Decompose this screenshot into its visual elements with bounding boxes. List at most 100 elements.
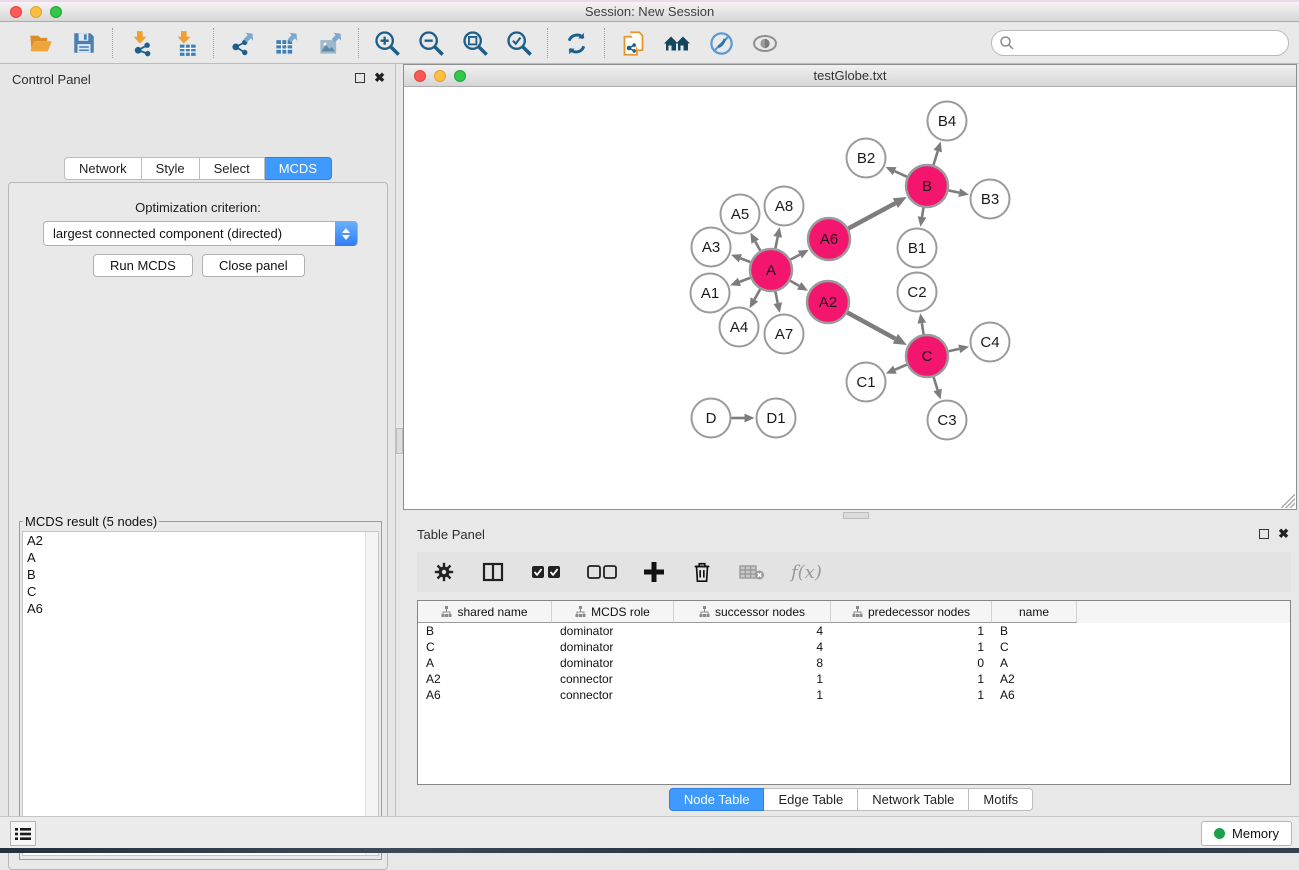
tab-edge-table[interactable]: Edge Table xyxy=(764,788,858,811)
table-cell[interactable]: C xyxy=(992,639,1077,655)
close-table-panel-icon[interactable]: ✖ xyxy=(1278,529,1289,539)
network-canvas[interactable]: B4B2BB3A8A5A6A3B1AC2A1A2A4A7C4CC1DD1C3 xyxy=(404,87,1296,509)
table-cell[interactable]: dominator xyxy=(552,639,674,655)
edge-B-B2[interactable] xyxy=(895,171,907,177)
deselect-all-rows-icon[interactable] xyxy=(587,564,617,580)
mcds-result-item[interactable]: C xyxy=(23,583,378,600)
edge-C-C1[interactable] xyxy=(895,365,907,370)
function-builder-icon[interactable]: f(x) xyxy=(791,562,822,583)
table-cell[interactable]: 4 xyxy=(674,639,831,655)
float-panel-icon[interactable] xyxy=(355,73,365,83)
table-row[interactable]: Cdominator41C xyxy=(418,639,1290,655)
edge-A-A8[interactable] xyxy=(775,237,777,249)
column-header-predecessor-nodes[interactable]: predecessor nodes xyxy=(831,601,992,623)
hide-graphics-details-icon[interactable] xyxy=(707,29,735,57)
save-session-icon[interactable] xyxy=(70,29,98,57)
export-image-icon[interactable] xyxy=(316,29,344,57)
network-close-button[interactable] xyxy=(414,70,426,82)
tab-node-table[interactable]: Node Table xyxy=(669,788,765,811)
table-cell[interactable]: A6 xyxy=(418,687,552,703)
tab-network[interactable]: Network xyxy=(64,157,142,180)
edge-B-B4[interactable] xyxy=(933,151,937,165)
mcds-result-item[interactable]: A6 xyxy=(23,600,378,617)
run-mcds-button[interactable]: Run MCDS xyxy=(93,254,193,277)
edge-A-A4[interactable] xyxy=(754,289,760,299)
open-session-icon[interactable] xyxy=(26,29,54,57)
criterion-select[interactable]: largest connected component (directed) xyxy=(43,221,358,246)
minimize-window-button[interactable] xyxy=(30,6,42,18)
edge-A-A2[interactable] xyxy=(790,281,799,286)
network-minimize-button[interactable] xyxy=(434,70,446,82)
edge-A6-B[interactable] xyxy=(848,203,895,228)
home-icon[interactable] xyxy=(663,29,691,57)
table-cell[interactable]: A xyxy=(992,655,1077,671)
close-panel-button[interactable]: Close panel xyxy=(202,254,305,277)
network-graph[interactable]: B4B2BB3A8A5A6A3B1AC2A1A2A4A7C4CC1DD1C3 xyxy=(404,87,1296,509)
export-network-icon[interactable] xyxy=(228,29,256,57)
column-header-successor-nodes[interactable]: successor nodes xyxy=(674,601,831,623)
mcds-result-item[interactable]: A2 xyxy=(23,532,378,549)
table-cell[interactable]: 1 xyxy=(674,671,831,687)
tab-style[interactable]: Style xyxy=(142,157,200,180)
edge-B-B3[interactable] xyxy=(949,190,960,192)
close-window-button[interactable] xyxy=(10,6,22,18)
table-cell[interactable]: 4 xyxy=(674,623,831,639)
scrollbar[interactable] xyxy=(365,532,378,855)
column-header-MCDS-role[interactable]: MCDS role xyxy=(552,601,674,623)
edge-C-C3[interactable] xyxy=(934,377,938,390)
mcds-result-list[interactable]: A2ABCA6 xyxy=(22,531,379,856)
import-network-icon[interactable] xyxy=(127,29,155,57)
horizontal-split-handle[interactable] xyxy=(843,512,869,519)
table-row[interactable]: A2connector11A2 xyxy=(418,671,1290,687)
table-cell[interactable]: 1 xyxy=(831,671,992,687)
table-row[interactable]: Adominator80A xyxy=(418,655,1290,671)
edge-A-A6[interactable] xyxy=(790,255,799,260)
tab-mcds[interactable]: MCDS xyxy=(265,157,332,180)
table-cell[interactable]: A xyxy=(418,655,552,671)
table-cell[interactable]: dominator xyxy=(552,655,674,671)
edge-C-C2[interactable] xyxy=(922,323,924,334)
table-cell[interactable]: A2 xyxy=(418,671,552,687)
clone-network-icon[interactable] xyxy=(619,29,647,57)
resize-grip-icon[interactable] xyxy=(1281,494,1295,508)
refresh-view-icon[interactable] xyxy=(562,29,590,57)
column-header-shared-name[interactable]: shared name xyxy=(418,601,552,623)
delete-column-trash-icon[interactable] xyxy=(691,561,713,583)
tab-network-table[interactable]: Network Table xyxy=(858,788,969,811)
table-row[interactable]: A6connector11A6 xyxy=(418,687,1290,703)
edge-B-B1[interactable] xyxy=(922,208,923,217)
edge-C-C4[interactable] xyxy=(948,349,959,351)
table-cell[interactable]: 1 xyxy=(831,639,992,655)
table-cell[interactable]: dominator xyxy=(552,623,674,639)
zoom-in-icon[interactable] xyxy=(373,29,401,57)
show-hide-panel-eye-icon[interactable] xyxy=(751,29,779,57)
zoom-selected-icon[interactable] xyxy=(505,29,533,57)
table-cell[interactable]: B xyxy=(418,623,552,639)
table-cell[interactable]: 0 xyxy=(831,655,992,671)
mcds-result-item[interactable]: A xyxy=(23,549,378,566)
task-history-button[interactable] xyxy=(10,821,36,846)
table-options-gear-icon[interactable] xyxy=(433,561,455,583)
table-cell[interactable]: A2 xyxy=(992,671,1077,687)
edge-A-A5[interactable] xyxy=(755,242,760,251)
table-cell[interactable]: connector xyxy=(552,671,674,687)
table-cell[interactable]: A6 xyxy=(992,687,1077,703)
edge-A2-C[interactable] xyxy=(847,313,895,339)
vertical-split-handle[interactable] xyxy=(396,428,403,454)
search-input[interactable] xyxy=(991,30,1289,56)
add-column-icon[interactable] xyxy=(643,561,665,583)
zoom-window-button[interactable] xyxy=(50,6,62,18)
select-all-rows-icon[interactable] xyxy=(531,564,561,580)
memory-button[interactable]: Memory xyxy=(1201,821,1292,846)
delete-table-icon[interactable] xyxy=(739,563,765,581)
column-header-name[interactable]: name xyxy=(992,601,1077,623)
table-cell[interactable]: 8 xyxy=(674,655,831,671)
table-cell[interactable]: 1 xyxy=(674,687,831,703)
close-panel-icon[interactable]: ✖ xyxy=(374,73,385,83)
show-columns-icon[interactable] xyxy=(481,560,505,584)
float-table-panel-icon[interactable] xyxy=(1259,529,1269,539)
edge-A-A1[interactable] xyxy=(739,278,750,282)
table-cell[interactable]: B xyxy=(992,623,1077,639)
network-zoom-button[interactable] xyxy=(454,70,466,82)
zoom-out-icon[interactable] xyxy=(417,29,445,57)
